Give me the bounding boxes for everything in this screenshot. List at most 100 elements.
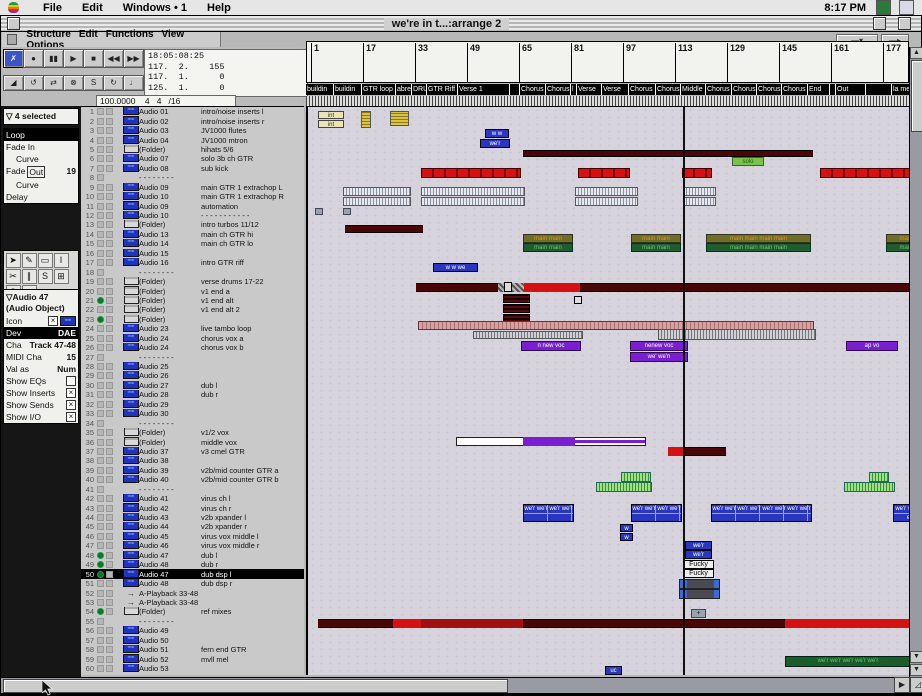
status-cell[interactable]: [106, 476, 113, 483]
status-cell[interactable]: [106, 382, 113, 389]
status-cell[interactable]: [106, 316, 113, 323]
status-cell[interactable]: [97, 448, 104, 455]
audio-region[interactable]: [596, 482, 652, 492]
audio-region[interactable]: [575, 440, 645, 443]
audio-region[interactable]: +: [691, 609, 706, 618]
status-cell[interactable]: [97, 155, 104, 162]
horizontal-scrollbar[interactable]: [1, 677, 906, 693]
object-param-value[interactable]: DAE: [58, 328, 76, 338]
param-value[interactable]: 19: [67, 166, 76, 178]
status-cell[interactable]: [97, 495, 104, 502]
tool-icon[interactable]: ✂: [6, 269, 21, 284]
song-marker[interactable]: [510, 84, 520, 95]
audio-region[interactable]: [361, 111, 371, 128]
track-row[interactable]: 50≈≈Audio 47dub dsp l: [81, 569, 304, 578]
audio-region[interactable]: [318, 619, 393, 628]
status-cell[interactable]: [106, 184, 113, 191]
os-menu-item[interactable]: Edit: [72, 2, 113, 14]
audio-region[interactable]: we'r we'r we'r we'r: [523, 504, 574, 522]
status-cell[interactable]: [97, 580, 104, 587]
track-row[interactable]: 57≈≈Audio 50: [81, 636, 304, 645]
status-cell[interactable]: [106, 297, 113, 304]
tool-icon[interactable]: ⊞: [54, 269, 69, 284]
song-marker[interactable]: Middle: [681, 84, 706, 95]
status-cell[interactable]: [97, 476, 104, 483]
audio-region[interactable]: uc: [605, 666, 622, 675]
local-menu-item[interactable]: Structure: [22, 29, 74, 40]
status-cell[interactable]: [106, 127, 113, 134]
track-row[interactable]: 18- - - - - - - -: [81, 267, 304, 276]
status-cell[interactable]: [106, 580, 113, 587]
status-cell[interactable]: [97, 174, 104, 181]
record-dot-icon[interactable]: [97, 608, 104, 615]
checkbox-icon[interactable]: ×: [48, 316, 58, 326]
track-row[interactable]: 12≈≈Audio 10- - - - - - - - - - -: [81, 211, 304, 220]
audio-region[interactable]: w: [620, 524, 633, 532]
song-marker[interactable]: buildin: [306, 84, 334, 95]
checkbox-icon[interactable]: [66, 376, 76, 386]
song-marker[interactable]: Chorus: [629, 84, 656, 95]
track-row[interactable]: 22(Folder)v1 end alt 2: [81, 305, 304, 314]
status-cell[interactable]: [106, 288, 113, 295]
track-row[interactable]: 15≈≈Audio 14main ch GTR lo: [81, 239, 304, 248]
status-cell[interactable]: [106, 627, 113, 634]
tool-icon[interactable]: ∥: [22, 269, 37, 284]
track-row[interactable]: 40≈≈Audio 40v2b/mid counter GTR b: [81, 475, 304, 484]
status-cell[interactable]: [106, 457, 113, 464]
audio-region[interactable]: ap vo: [846, 341, 898, 351]
track-row[interactable]: 35(Folder)v1/2 vox: [81, 428, 304, 437]
song-marker[interactable]: abre: [396, 84, 412, 95]
status-cell[interactable]: [97, 146, 104, 153]
status-cell[interactable]: [106, 637, 113, 644]
status-cell[interactable]: [106, 193, 113, 200]
status-cell[interactable]: [97, 646, 104, 653]
status-cell[interactable]: [97, 599, 104, 606]
status-cell[interactable]: [106, 665, 113, 672]
song-marker[interactable]: Chorus: [520, 84, 546, 95]
transport-button[interactable]: ✗: [3, 49, 24, 68]
status-cell[interactable]: [106, 137, 113, 144]
status-cell[interactable]: [106, 372, 113, 379]
audio-region[interactable]: [575, 187, 638, 196]
record-dot-icon[interactable]: [97, 571, 104, 578]
song-marker[interactable]: Verse: [577, 84, 602, 95]
audio-region[interactable]: solo: [732, 157, 764, 166]
status-cell[interactable]: [106, 410, 113, 417]
track-row[interactable]: 17≈≈Audio 16intro GTR riff: [81, 258, 304, 267]
local-menu-item[interactable]: Functions: [102, 29, 158, 40]
track-row[interactable]: 39≈≈Audio 39v2b/mid counter GTR a: [81, 466, 304, 475]
song-marker[interactable]: Chorus: [757, 84, 782, 95]
status-cell[interactable]: [97, 627, 104, 634]
track-row[interactable]: 49≈≈Audio 48dub r: [81, 560, 304, 569]
status-cell[interactable]: [97, 372, 104, 379]
audio-region[interactable]: [869, 472, 889, 482]
audio-region[interactable]: we'r we'r we'r we'r: [631, 504, 682, 522]
status-cell[interactable]: [97, 354, 104, 361]
song-marker[interactable]: Out: [836, 84, 866, 95]
status-cell[interactable]: [106, 590, 113, 597]
track-row[interactable]: 42≈≈Audio 41virus ch l: [81, 494, 304, 503]
track-row[interactable]: 60≈≈Audio 53: [81, 664, 304, 673]
status-cell[interactable]: [106, 250, 113, 257]
status-cell[interactable]: [106, 552, 113, 559]
audio-region[interactable]: we'r: [480, 139, 510, 148]
status-cell[interactable]: [106, 646, 113, 653]
track-row[interactable]: 51≈≈Audio 48dub dsp r: [81, 579, 304, 588]
song-marker[interactable]: End: [808, 84, 830, 95]
track-row[interactable]: 9≈≈Audio 09main GTR 1 extrachop L: [81, 183, 304, 192]
status-cell[interactable]: [106, 467, 113, 474]
track-row[interactable]: 28≈≈Audio 25: [81, 362, 304, 371]
param-row[interactable]: Curve: [4, 153, 78, 165]
status-cell[interactable]: [106, 514, 113, 521]
object-param-value[interactable]: 15: [67, 352, 76, 362]
track-row[interactable]: 43≈≈Audio 42virus ch r: [81, 503, 304, 512]
status-cell[interactable]: [97, 325, 104, 332]
track-row[interactable]: 20(Folder)v1 end a: [81, 286, 304, 295]
checkbox-icon[interactable]: ×: [66, 412, 76, 422]
song-marker[interactable]: GTR Riff: [427, 84, 458, 95]
audio-region[interactable]: [421, 187, 525, 196]
status-cell[interactable]: [97, 363, 104, 370]
track-row[interactable]: 32≈≈Audio 29: [81, 400, 304, 409]
status-cell[interactable]: [106, 165, 113, 172]
apple-menu-icon[interactable]: [8, 2, 19, 13]
